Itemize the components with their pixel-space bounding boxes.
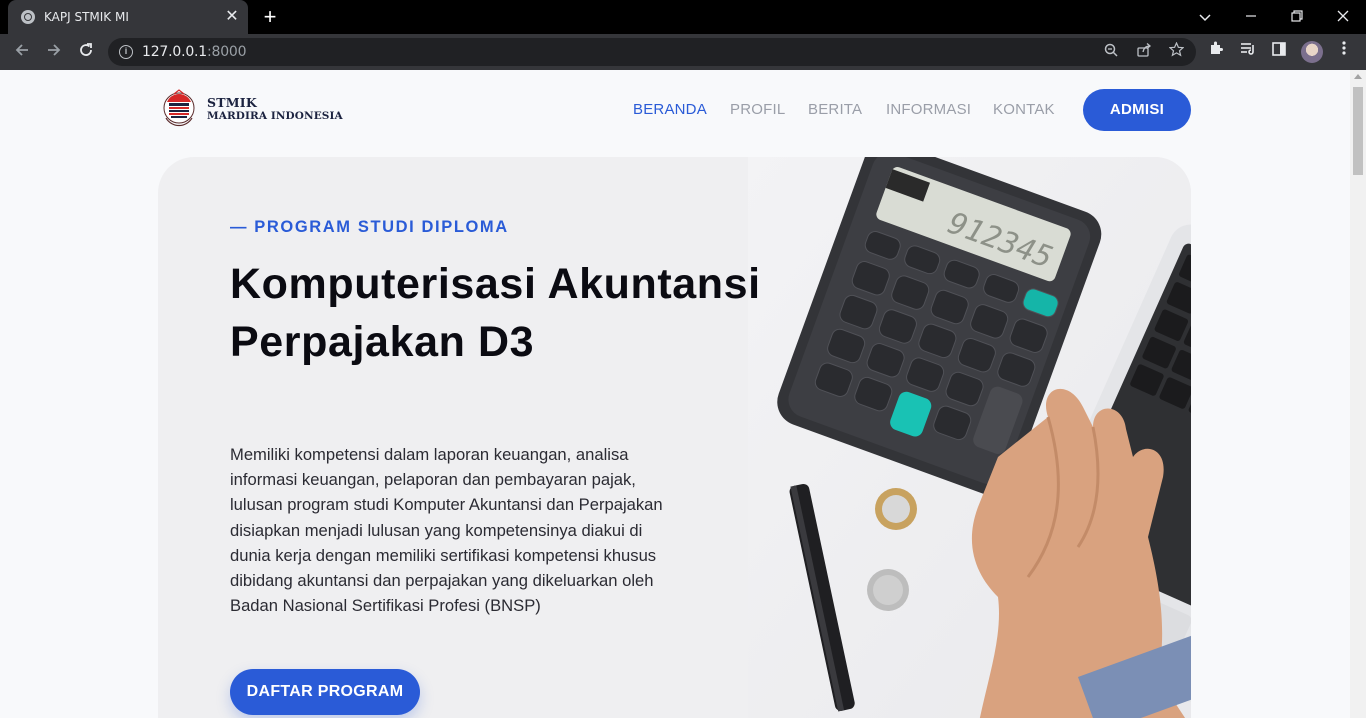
daftar-program-button[interactable]: DAFTAR PROGRAM	[230, 669, 420, 715]
bookmark-star-icon[interactable]	[1165, 41, 1187, 63]
close-window-icon[interactable]	[1330, 4, 1356, 30]
page-viewport: STMIK MARDIRA INDONESIA BERANDA PROFIL B…	[0, 70, 1350, 718]
reload-icon[interactable]	[73, 39, 99, 65]
hero-image: 912345	[748, 157, 1191, 718]
nav-item-berita[interactable]: BERITA	[808, 101, 862, 118]
stmik-logo[interactable]	[162, 88, 196, 132]
browser-titlebar: KAPJ STMIK MI ✕ +	[0, 0, 1366, 34]
tab-title: KAPJ STMIK MI	[44, 10, 129, 24]
nav-item-kontak[interactable]: KONTAK	[993, 101, 1055, 118]
hero-section: 912345	[158, 157, 1191, 718]
browser-tab[interactable]: KAPJ STMIK MI ✕	[8, 0, 248, 34]
nav-item-beranda[interactable]: BERANDA	[633, 101, 707, 118]
admisi-button[interactable]: ADMISI	[1083, 89, 1191, 131]
extensions-icon[interactable]	[1204, 40, 1228, 64]
logo-line1: STMIK	[207, 95, 257, 110]
address-bar[interactable]: i 127.0.0.1:8000	[108, 38, 1196, 66]
nav-item-informasi[interactable]: INFORMASI	[886, 101, 971, 118]
url-port: :8000	[207, 44, 247, 60]
globe-icon	[21, 10, 35, 24]
site-info-icon[interactable]: i	[119, 45, 133, 59]
program-eyebrow: — PROGRAM STUDI DIPLOMA	[230, 218, 509, 236]
forward-icon[interactable]	[41, 39, 67, 65]
url-host: 127.0.0.1	[142, 44, 207, 60]
tab-search-icon[interactable]	[1192, 4, 1218, 30]
scroll-up-arrow-icon[interactable]	[1354, 74, 1362, 79]
restore-icon[interactable]	[1284, 4, 1310, 30]
nav-item-profil[interactable]: PROFIL	[730, 101, 785, 118]
page-title: Komputerisasi Akuntansi Perpajakan D3	[230, 260, 761, 366]
profile-avatar[interactable]	[1301, 41, 1323, 63]
menu-kebab-icon[interactable]	[1332, 40, 1356, 64]
close-tab-icon[interactable]: ✕	[222, 7, 242, 27]
browser-toolbar: i 127.0.0.1:8000	[0, 34, 1366, 70]
new-tab-button[interactable]: +	[258, 5, 282, 29]
program-description: Memiliki kompetensi dalam laporan keuang…	[230, 445, 663, 616]
logo-line2: MARDIRA INDONESIA	[207, 110, 343, 122]
back-icon[interactable]	[9, 39, 35, 65]
zoom-icon[interactable]	[1100, 41, 1122, 63]
scroll-thumb[interactable]	[1353, 87, 1363, 175]
url-text[interactable]: 127.0.0.1:8000	[142, 44, 247, 60]
page-scrollbar[interactable]	[1350, 70, 1366, 718]
share-icon[interactable]	[1133, 41, 1155, 63]
media-queue-icon[interactable]	[1236, 40, 1260, 64]
minimize-icon[interactable]	[1238, 4, 1264, 30]
side-panel-icon[interactable]	[1267, 40, 1291, 64]
